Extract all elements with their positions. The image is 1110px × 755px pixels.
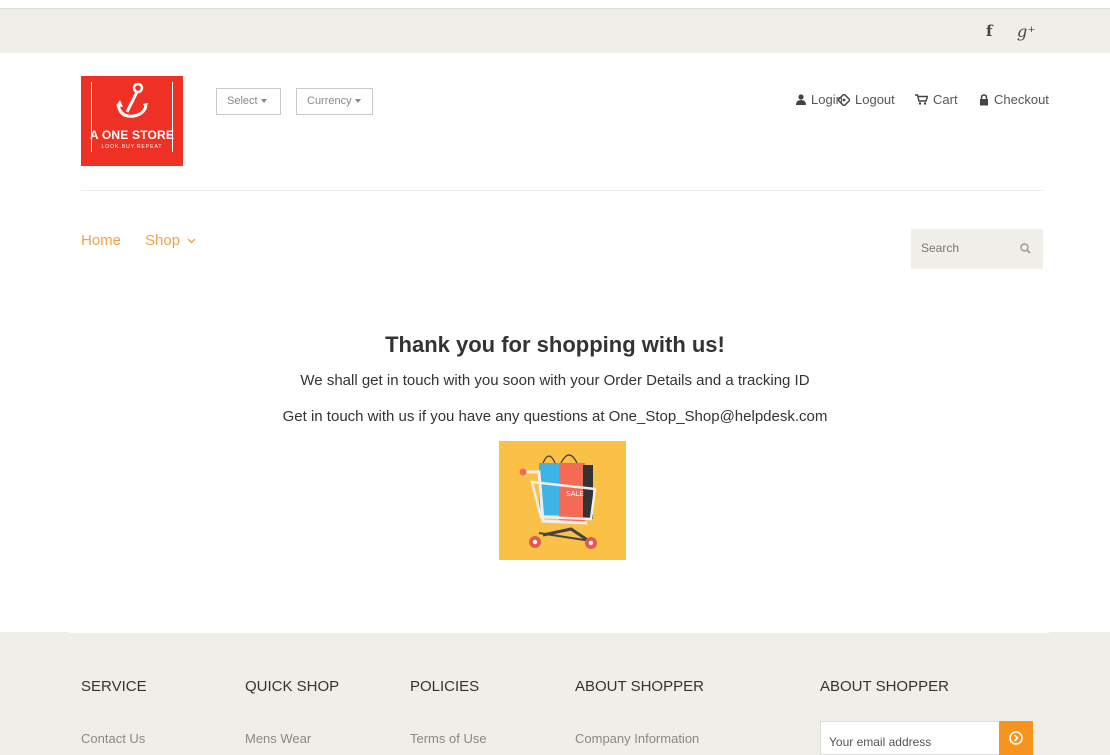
footer-link-company-information[interactable]: Company Information: [575, 731, 699, 746]
contact-message: Get in touch with us if you have any que…: [282, 408, 828, 425]
currency-dropdown[interactable]: Currency: [296, 88, 373, 115]
order-details-message: We shall get in touch with you soon with…: [300, 372, 810, 389]
crosshair-icon: [838, 93, 850, 106]
footer-heading-newsletter: ABOUT SHOPPER: [820, 678, 949, 695]
newsletter-email-field[interactable]: Your email address: [820, 721, 1000, 755]
logo-tagline: LOOK.BUY.REPEAT: [101, 144, 163, 150]
store-logo[interactable]: A ONE STORE LOOK.BUY.REPEAT: [81, 76, 183, 166]
thank-you-heading: Thank you for shopping with us!: [385, 332, 725, 357]
anchor-icon: [116, 82, 148, 118]
logout-link[interactable]: Logout: [838, 92, 895, 107]
shopping-cart-icon: SALE: [519, 454, 597, 549]
search-box[interactable]: Search: [911, 229, 1043, 269]
footer-heading-policies: POLICIES: [410, 678, 480, 695]
arrow-right-circle-icon: [1009, 731, 1023, 745]
newsletter-email-placeholder: Your email address: [829, 735, 932, 749]
footer-link-terms-of-use[interactable]: Terms of Use: [410, 731, 487, 746]
footer-heading-service: SERVICE: [81, 678, 147, 695]
select-dropdown[interactable]: Select: [216, 88, 281, 115]
currency-dropdown-label: Currency: [307, 95, 352, 107]
checkout-link[interactable]: Checkout: [979, 92, 1049, 107]
chevron-down-icon: [187, 238, 196, 244]
footer-link-mens-wear[interactable]: Mens Wear: [245, 731, 311, 746]
top-bar: f g⁺: [0, 8, 1110, 53]
footer: SERVICE QUICK SHOP POLICIES ABOUT SHOPPE…: [0, 632, 1110, 755]
user-icon: [796, 94, 806, 105]
shopping-cart-image: SALE: [499, 441, 626, 560]
search-input[interactable]: Search: [921, 241, 959, 255]
facebook-icon[interactable]: f: [986, 22, 992, 40]
newsletter-submit-button[interactable]: [999, 721, 1033, 755]
nav-home[interactable]: Home: [81, 232, 121, 249]
caret-down-icon: [260, 99, 267, 104]
svg-text:SALE: SALE: [566, 490, 584, 498]
search-icon[interactable]: [1020, 243, 1031, 254]
login-link[interactable]: Login: [796, 92, 843, 107]
caret-down-icon: [354, 99, 361, 104]
cart-icon: [915, 94, 928, 105]
lock-icon: [980, 93, 988, 105]
header-divider: [81, 190, 1043, 191]
footer-link-contact-us[interactable]: Contact Us: [81, 731, 145, 746]
google-plus-icon[interactable]: g⁺: [1017, 22, 1036, 41]
footer-heading-about-shopper: ABOUT SHOPPER: [575, 678, 704, 695]
footer-heading-quick-shop: QUICK SHOP: [245, 678, 340, 695]
cart-link[interactable]: Cart: [915, 92, 958, 107]
logo-name: A ONE STORE: [89, 128, 175, 142]
select-dropdown-label: Select: [227, 95, 258, 107]
nav-shop[interactable]: Shop: [145, 232, 196, 249]
